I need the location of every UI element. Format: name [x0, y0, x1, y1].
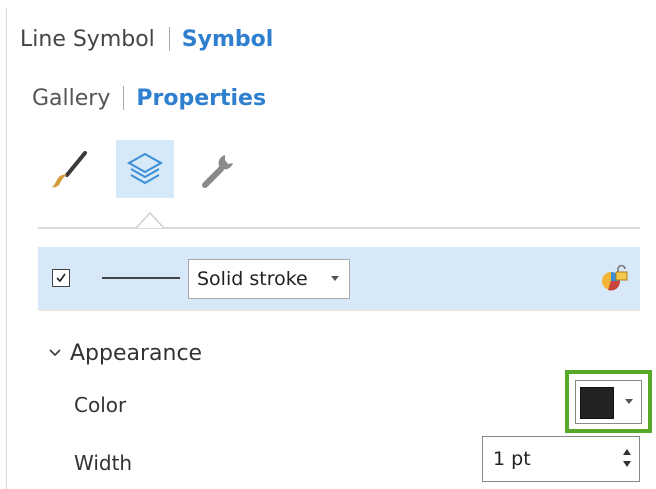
header-nav: Line Symbol Symbol	[20, 22, 273, 56]
width-label: Width	[74, 451, 133, 475]
symbol-layer-row[interactable]: Solid stroke	[38, 247, 640, 311]
stroke-type-value: Solid stroke	[197, 268, 308, 290]
subheader-divider	[123, 86, 125, 110]
checkmark-icon	[56, 273, 66, 283]
appearance-label: Appearance	[70, 340, 203, 366]
properties-tab[interactable]: Properties	[136, 86, 266, 111]
color-swatch	[580, 387, 614, 419]
chevron-down-icon	[331, 276, 339, 281]
tab-structure[interactable]	[190, 140, 248, 198]
color-picker-button[interactable]	[575, 380, 642, 424]
chevron-down-icon	[625, 399, 633, 404]
color-label: Color	[74, 393, 127, 417]
symbol-tab[interactable]: Symbol	[182, 27, 274, 52]
subheader-nav: Gallery Properties	[32, 81, 266, 115]
wrench-icon	[202, 155, 233, 188]
tab-symbol[interactable]	[40, 140, 98, 198]
active-tab-caret	[135, 211, 165, 229]
lock-icon[interactable]	[600, 263, 630, 293]
layer-visibility-checkbox[interactable]	[52, 269, 70, 287]
spin-down-icon[interactable]	[623, 461, 631, 467]
tab-divider	[38, 227, 640, 229]
stroke-type-dropdown[interactable]: Solid stroke	[188, 259, 350, 299]
spin-up-icon[interactable]	[623, 449, 631, 455]
width-stepper[interactable]: 1 pt	[482, 436, 640, 482]
appearance-section-header[interactable]: Appearance	[48, 336, 202, 370]
layers-icon	[126, 152, 164, 185]
stroke-preview	[102, 277, 180, 279]
tab-layers[interactable]	[116, 140, 174, 198]
line-symbol-link[interactable]: Line Symbol	[20, 27, 155, 52]
gallery-tab[interactable]: Gallery	[32, 86, 110, 111]
paintbrush-icon	[52, 151, 87, 188]
chevron-down-icon	[49, 349, 61, 357]
header-divider	[168, 27, 170, 51]
width-value: 1 pt	[493, 448, 531, 470]
